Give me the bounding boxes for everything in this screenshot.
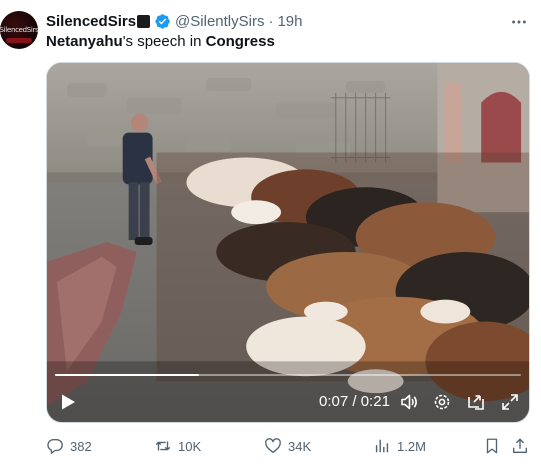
post-text-bold-place: Congress xyxy=(205,33,275,50)
more-options-button[interactable] xyxy=(509,12,529,32)
bookmark-icon xyxy=(486,438,498,454)
display-name[interactable]: SilencedSirs xyxy=(46,13,136,30)
share-icon xyxy=(513,438,527,453)
tweet-post: SilencedSirs SilencedSirs @SilentlySirs … xyxy=(0,0,541,466)
reply-count: 382 xyxy=(70,438,92,454)
video-timecode: 0:07 / 0:21 xyxy=(319,393,390,410)
views-chart-icon xyxy=(375,439,389,453)
bookmark-button[interactable] xyxy=(482,436,502,456)
views-button[interactable]: 1.2M xyxy=(373,436,426,456)
captions-icon[interactable] xyxy=(466,392,486,412)
video-progress-fill xyxy=(55,374,200,376)
like-button[interactable]: 34K xyxy=(264,436,311,456)
fullscreen-icon[interactable] xyxy=(500,392,520,412)
share-button[interactable] xyxy=(510,436,530,456)
post-text-bold-subject: Netanyahu xyxy=(46,33,123,50)
video-duration: 0:21 xyxy=(360,393,390,410)
post-actions-bar: 382 10K 34K 1.2M xyxy=(46,436,530,456)
video-time-separator: / xyxy=(348,393,361,410)
verified-badge-icon[interactable] xyxy=(154,13,171,30)
video-frame-dogs-image xyxy=(47,63,529,422)
video-progress-bar[interactable] xyxy=(55,374,521,376)
like-count: 34K xyxy=(288,438,312,454)
author-handle[interactable]: @SilentlySirs xyxy=(175,13,264,30)
separator-dot: · xyxy=(268,12,274,30)
video-controls: 0:07 / 0:21 xyxy=(47,389,529,415)
black-square-emoji-icon xyxy=(137,14,151,28)
avatar[interactable]: SilencedSirs xyxy=(0,11,38,49)
repost-button[interactable]: 10K xyxy=(154,436,201,456)
post-text: Netanyahu's speech in Congress xyxy=(46,33,275,50)
reply-button[interactable]: 382 xyxy=(46,436,92,456)
views-count: 1.2M xyxy=(397,438,426,454)
more-horizontal-icon xyxy=(512,20,526,24)
post-text-middle: 's speech in xyxy=(122,33,206,50)
video-player[interactable]: 0:07 / 0:21 xyxy=(46,62,530,423)
video-current-time: 0:07 xyxy=(319,393,349,410)
post-timestamp[interactable]: 19h xyxy=(277,13,302,30)
volume-icon[interactable] xyxy=(399,392,419,412)
play-icon[interactable] xyxy=(59,393,77,411)
settings-icon[interactable] xyxy=(432,392,452,412)
repost-count: 10K xyxy=(178,438,202,454)
repost-icon xyxy=(155,441,171,451)
reply-icon xyxy=(47,439,63,454)
post-header: SilencedSirs @SilentlySirs · 19h xyxy=(46,11,303,31)
avatar-logo-text: SilencedSirs xyxy=(0,26,38,34)
avatar-decoration xyxy=(6,38,32,43)
heart-icon xyxy=(265,438,281,453)
